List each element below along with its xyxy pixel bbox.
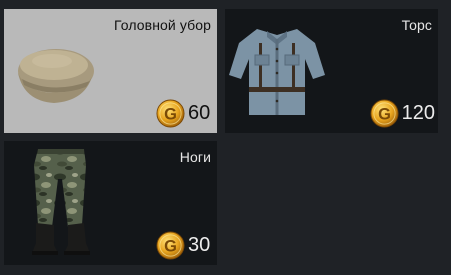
- gold-coin-icon: G: [156, 99, 185, 128]
- slot-title: Ноги: [179, 149, 211, 165]
- svg-text:G: G: [164, 105, 177, 123]
- slot-title: Торс: [401, 17, 432, 33]
- price-value: 120: [401, 102, 435, 124]
- camo-pants-boots-icon: [32, 149, 90, 255]
- slot-head[interactable]: Головной убор G 60: [4, 9, 217, 133]
- svg-text:G: G: [164, 237, 177, 255]
- price-value: 30: [188, 234, 211, 256]
- price: G 30: [156, 231, 214, 260]
- price: G 60: [156, 99, 214, 128]
- gold-coin-icon: G: [370, 99, 399, 128]
- jacket-icon: [229, 29, 325, 115]
- price: G 120: [370, 99, 435, 128]
- price-value: 60: [188, 102, 211, 124]
- cap-icon: [18, 49, 94, 103]
- svg-text:G: G: [378, 105, 391, 123]
- slot-title: Головной убор: [114, 17, 211, 33]
- slot-legs[interactable]: Ноги G 30: [4, 141, 217, 265]
- gold-coin-icon: G: [156, 231, 185, 260]
- slot-torso[interactable]: Торс G 120: [225, 9, 438, 133]
